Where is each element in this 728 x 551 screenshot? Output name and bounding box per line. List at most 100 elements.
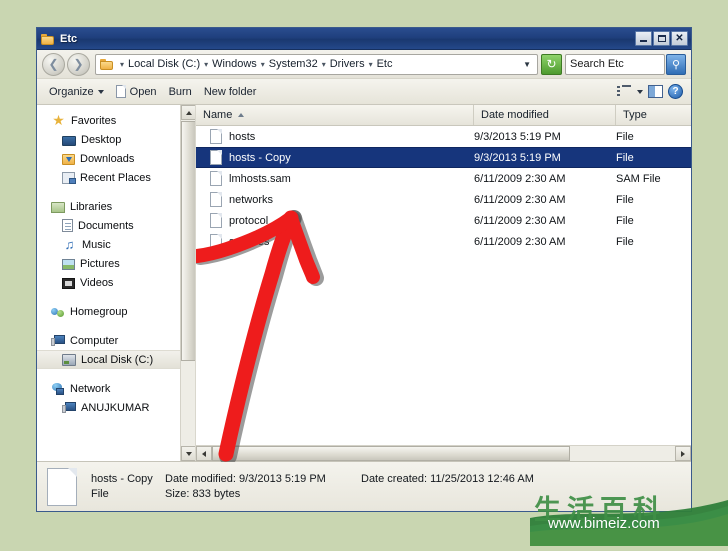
file-name-cell: lmhosts.sam [196,171,474,186]
breadcrumb-item-3[interactable]: Drivers [329,58,366,70]
sidebar-label: Favorites [71,114,117,127]
column-header-type[interactable]: Type [616,105,691,125]
file-date-cell: 6/11/2009 2:30 AM [474,235,566,248]
sidebar-item-recent-places[interactable]: Recent Places [45,168,195,187]
sidebar-label: Network [70,382,111,395]
breadcrumb-separator[interactable]: ▾ [319,60,329,69]
new-folder-button[interactable]: New folder [198,83,263,101]
organize-button[interactable]: Organize [43,83,110,101]
scroll-right-button[interactable] [675,446,691,461]
file-name: hosts [229,130,256,143]
title-bar[interactable]: Etc ✕ [37,28,691,50]
download-folder-icon [62,154,75,165]
table-row[interactable]: networks 6/11/2009 2:30 AM File [196,189,691,210]
sort-ascending-icon [238,113,245,117]
chevron-down-icon[interactable]: ▼ [519,60,535,69]
breadcrumb-separator[interactable]: ▾ [201,60,211,69]
window-body: ★ Favorites Desktop Downloads Recent Pla… [37,105,691,461]
breadcrumb-item-2[interactable]: System32 [268,58,319,70]
column-header-row: Name Date modified Type [196,105,691,126]
sidebar-item-pictures[interactable]: Pictures [45,254,195,273]
file-date-cell: 6/11/2009 2:30 AM [474,193,566,206]
sidebar-item-homegroup[interactable]: Homegroup [45,302,195,321]
forward-button[interactable]: ❯ [67,52,90,76]
details-file-type: File [91,487,109,500]
burn-button[interactable]: Burn [163,83,198,101]
back-button[interactable]: ❮ [42,52,65,76]
details-date-modified: Date modified: 9/3/2013 5:19 PM [165,472,361,487]
details-size-label: Size: [165,487,190,500]
close-button[interactable]: ✕ [671,31,688,46]
table-row[interactable]: hosts 9/3/2013 5:19 PM File [196,126,691,147]
file-type-cell: File [616,214,634,227]
sidebar-item-anujkumar[interactable]: ANUJKUMAR [45,398,195,417]
breadcrumb-separator[interactable]: ▾ [117,60,127,69]
sidebar-item-local-disk-c[interactable]: Local Disk (C:) [37,350,193,369]
help-button[interactable]: ? [668,84,683,99]
sidebar-item-network[interactable]: Network [45,379,195,398]
column-header-name[interactable]: Name [196,105,474,125]
sidebar-item-libraries[interactable]: Libraries [45,197,195,216]
maximize-button[interactable] [653,31,670,46]
scroll-down-button[interactable] [181,446,195,461]
file-icon [210,213,222,228]
sidebar-label: Homegroup [70,305,128,318]
sidebar-scrollbar[interactable] [180,105,195,461]
sidebar-item-videos[interactable]: Videos [45,273,195,292]
file-list-horizontal-scrollbar[interactable] [196,445,691,461]
details-text-group: hosts - Copy Date modified: 9/3/2013 5:1… [91,472,681,502]
search-icon[interactable]: ⚲ [666,53,686,75]
breadcrumb-item-4[interactable]: Etc [376,58,394,70]
file-type-cell: File [616,130,634,143]
breadcrumb-item-1[interactable]: Windows [211,58,258,70]
computer-icon [51,335,65,347]
file-name: lmhosts.sam [229,172,291,185]
breadcrumb-item-0[interactable]: Local Disk (C:) [127,58,201,70]
list-view-icon[interactable] [617,85,632,98]
open-button[interactable]: Open [110,82,163,101]
sidebar-item-favorites[interactable]: ★ Favorites [45,111,195,130]
sidebar-item-downloads[interactable]: Downloads [45,149,195,168]
refresh-button[interactable]: ↻ [541,53,562,75]
table-row[interactable]: hosts - Copy 9/3/2013 5:19 PM File [196,147,691,168]
column-header-date-modified[interactable]: Date modified [474,105,616,125]
explorer-window: Etc ✕ ❮ ❯ ▾ Local Disk (C:) ▾ Windows ▾ … [36,27,692,512]
file-date-cell: 6/11/2009 2:30 AM [474,172,566,185]
music-note-icon: ♫ [64,236,75,252]
sidebar-item-documents[interactable]: Documents [45,216,195,235]
file-type-cell: File [616,151,634,164]
preview-pane-icon[interactable] [648,85,663,98]
search-input[interactable]: Search Etc [565,53,665,75]
details-line-2: File Size: 833 bytes [91,487,681,502]
table-row[interactable]: services 6/11/2009 2:30 AM File [196,231,691,252]
details-size-value: 833 bytes [192,487,241,500]
breadcrumb[interactable]: ▾ Local Disk (C:) ▾ Windows ▾ System32 ▾… [95,53,538,75]
table-row[interactable]: protocol 6/11/2009 2:30 AM File [196,210,691,231]
scrollbar-thumb[interactable] [212,446,570,461]
new-folder-label: New folder [203,85,257,98]
details-date-modified-label: Date modified: [165,472,236,485]
column-label: Type [623,109,647,121]
file-date-cell: 9/3/2013 5:19 PM [474,130,561,143]
sidebar-item-computer[interactable]: Computer [45,331,195,350]
breadcrumb-separator[interactable]: ▾ [258,60,268,69]
video-icon [62,277,75,289]
chevron-down-icon [97,89,104,94]
minimize-button[interactable] [635,31,652,46]
chevron-down-icon[interactable] [637,89,643,94]
sidebar-item-desktop[interactable]: Desktop [45,130,195,149]
scrollbar-thumb[interactable] [181,121,195,361]
details-date-created-value: 11/25/2013 12:46 AM [430,472,534,485]
window-controls: ✕ [635,31,690,46]
sidebar-item-music[interactable]: ♫ Music [45,235,195,254]
details-date-created: Date created: 11/25/2013 12:46 AM [361,472,534,487]
navigation-pane: ★ Favorites Desktop Downloads Recent Pla… [37,105,196,461]
scroll-up-button[interactable] [181,105,195,120]
scroll-left-button[interactable] [196,446,212,461]
breadcrumb-separator[interactable]: ▾ [366,60,376,69]
file-icon [210,234,222,249]
organize-label: Organize [49,85,94,98]
network-icon [51,383,65,395]
document-icon [115,85,126,98]
table-row[interactable]: lmhosts.sam 6/11/2009 2:30 AM SAM File [196,168,691,189]
